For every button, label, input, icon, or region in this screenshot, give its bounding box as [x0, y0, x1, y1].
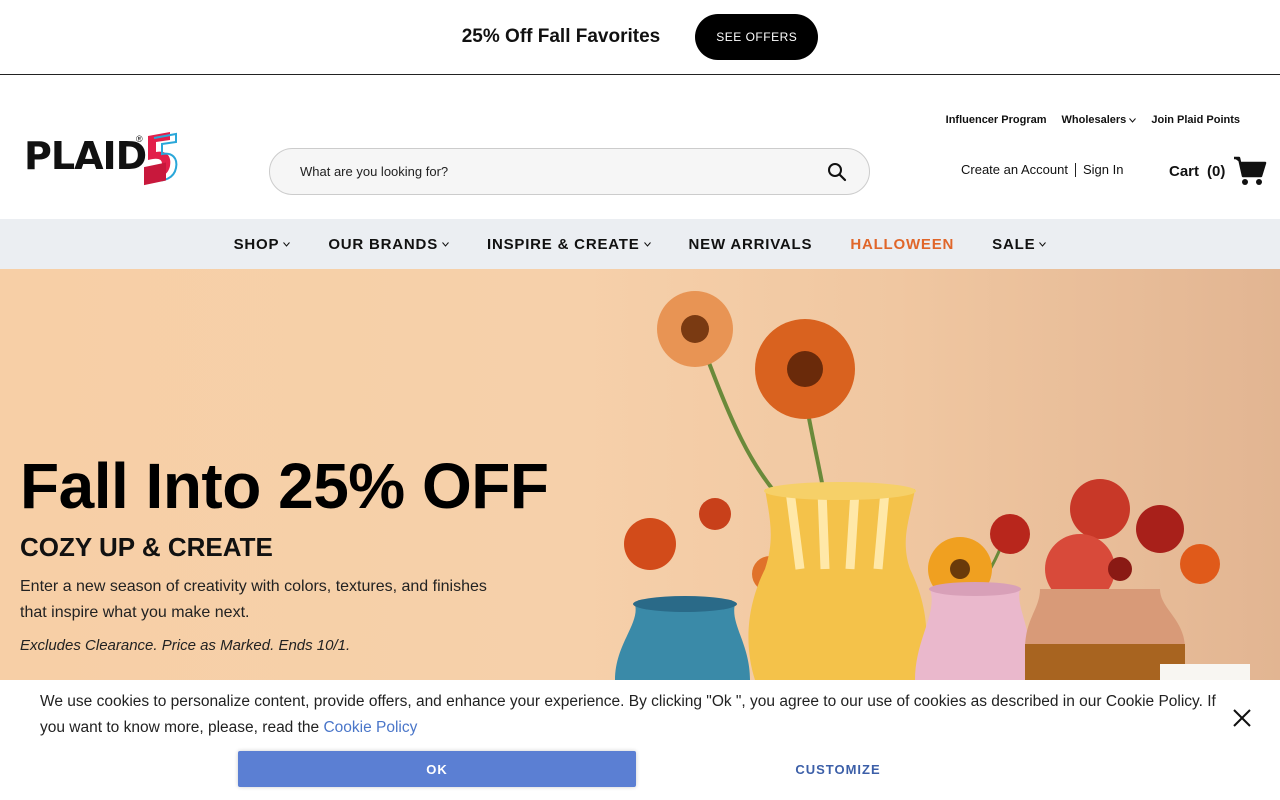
nav-shop-label: SHOP	[233, 235, 280, 253]
plaid-logo[interactable]: PLAID ®	[24, 130, 180, 192]
nav-halloween-label: HALLOWEEN	[850, 235, 955, 253]
divider	[1074, 162, 1076, 177]
promo-bar: 25% Off Fall Favorites SEE OFFERS	[0, 0, 1280, 75]
join-plaid-points-link[interactable]: Join Plaid Points	[1151, 114, 1240, 126]
main-nav: SHOP OUR BRANDS INSPIRE & CREATE NEW ARR…	[0, 219, 1280, 269]
hero-note: Excludes Clearance. Price as Marked. End…	[20, 637, 351, 654]
search-icon[interactable]	[827, 162, 847, 182]
wholesalers-label: Wholesalers	[1061, 114, 1127, 126]
create-account-link[interactable]: Create an Account	[961, 162, 1068, 177]
nav-sale-label: SALE	[992, 235, 1036, 253]
nav-halloween[interactable]: HALLOWEEN	[850, 236, 954, 253]
cookie-banner: We use cookies to personalize content, p…	[0, 680, 1280, 800]
chevron-down-icon	[442, 241, 449, 247]
nav-new-arrivals[interactable]: NEW ARRIVALS	[689, 236, 813, 253]
hero-title: Fall Into 25% OFF	[20, 450, 549, 522]
see-offers-button[interactable]: SEE OFFERS	[695, 14, 819, 60]
utility-links: Influencer Program Wholesalers Join Plai…	[946, 114, 1240, 126]
cart-label: Cart	[1169, 162, 1200, 180]
cart-button[interactable]: Cart (0)	[1169, 154, 1267, 188]
nav-inspire-create[interactable]: INSPIRE & CREATE	[487, 236, 651, 253]
nav-new-arrivals-label: NEW ARRIVALS	[688, 235, 813, 253]
search-bar	[269, 148, 870, 195]
chevron-down-icon	[643, 241, 651, 247]
logo-50-badge	[144, 132, 178, 186]
nav-inspire-create-label: INSPIRE & CREATE	[487, 235, 640, 253]
wholesalers-link[interactable]: Wholesalers	[1062, 114, 1137, 126]
cookie-message-text: We use cookies to personalize content, p…	[40, 693, 1216, 736]
hero-description: Enter a new season of creativity with co…	[20, 578, 487, 621]
sign-in-link[interactable]: Sign In	[1083, 162, 1123, 177]
cookie-customize-button[interactable]: CUSTOMIZE	[640, 751, 1036, 787]
site-header: PLAID ® Influencer Program Wholesalers J…	[0, 76, 1280, 219]
nav-our-brands[interactable]: OUR BRANDS	[328, 236, 449, 253]
chevron-down-icon	[283, 241, 291, 247]
logo-wordmark: PLAID	[24, 134, 147, 178]
cart-icon	[1234, 156, 1267, 185]
promo-text: 25% Off Fall Favorites	[461, 26, 661, 47]
close-icon[interactable]	[1232, 708, 1252, 728]
hero-vases-flowers-image	[615, 291, 1250, 680]
cart-count: (0)	[1207, 162, 1226, 180]
chevron-down-icon	[1129, 118, 1137, 123]
influencer-program-link[interactable]: Influencer Program	[946, 114, 1047, 126]
cookie-message: We use cookies to personalize content, p…	[40, 689, 1230, 741]
account-links: Create an Account Sign In	[961, 162, 1123, 177]
search-input[interactable]	[300, 164, 827, 179]
cookie-policy-link[interactable]: Cookie Policy	[323, 719, 417, 736]
cookie-ok-button[interactable]: OK	[238, 751, 636, 787]
hero-subtitle: COZY UP & CREATE	[20, 532, 273, 562]
chevron-down-icon	[1039, 241, 1047, 247]
nav-our-brands-label: OUR BRANDS	[328, 235, 438, 253]
nav-shop[interactable]: SHOP	[234, 236, 291, 253]
nav-sale[interactable]: SALE	[992, 235, 1047, 253]
hero-banner[interactable]: Fall Into 25% OFF COZY UP & CREATE Enter…	[0, 269, 1280, 680]
